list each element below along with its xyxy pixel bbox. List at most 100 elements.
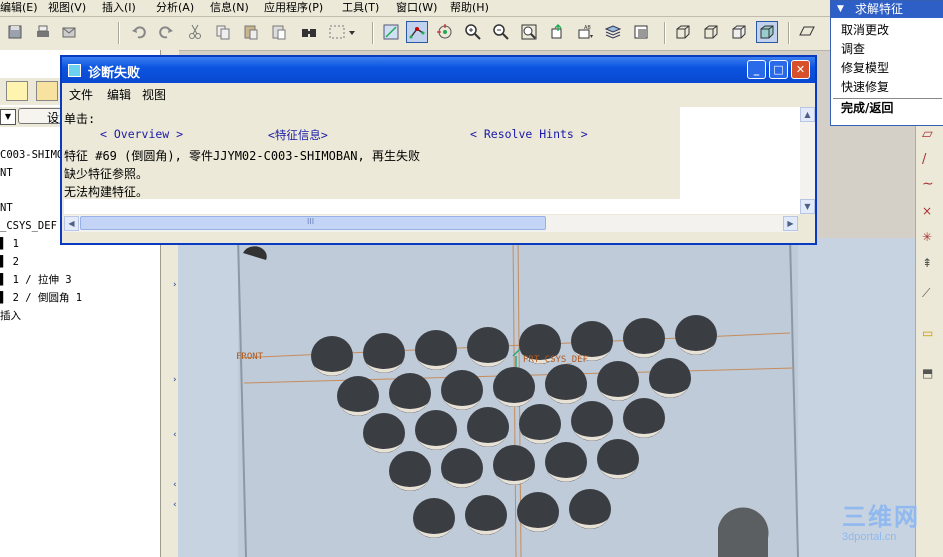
hole[interactable] <box>465 495 507 535</box>
resolve-hints-link[interactable]: < Resolve Hints > <box>470 127 588 141</box>
menu-tools[interactable]: 工具(T) <box>342 0 379 15</box>
vertical-scrollbar[interactable]: ▲ ▼ <box>800 107 815 214</box>
chevron-down-icon[interactable]: ▼ <box>0 109 16 125</box>
menu-item-done-return[interactable]: 完成/返回 <box>841 100 893 117</box>
print-icon[interactable] <box>32 21 54 43</box>
menu-help[interactable]: 帮助(H) <box>450 0 489 15</box>
tree-icon[interactable] <box>6 81 28 101</box>
hole[interactable] <box>413 498 455 538</box>
hole[interactable] <box>597 361 639 401</box>
copy-icon[interactable] <box>212 21 234 43</box>
hole[interactable] <box>649 358 691 398</box>
datum-plane-icon[interactable] <box>796 21 818 43</box>
folder-icon[interactable] <box>36 81 58 101</box>
hole[interactable] <box>597 439 639 479</box>
tree-item[interactable]: ▌ 1 / 拉伸 3 <box>0 274 72 286</box>
hole[interactable] <box>519 404 561 444</box>
tree-item-insert-here[interactable]: 插入 <box>0 310 21 322</box>
hole[interactable] <box>389 373 431 413</box>
hole[interactable] <box>623 398 665 438</box>
tree-item[interactable]: NT <box>0 167 13 179</box>
collapse-icon[interactable]: ▼ <box>837 1 844 18</box>
datum-plane-tool-icon[interactable]: ▱ <box>922 126 938 142</box>
zoom-in-icon[interactable] <box>462 21 484 43</box>
csys-tool-icon[interactable]: ✳ <box>922 230 938 244</box>
email-icon[interactable] <box>58 21 80 43</box>
minimize-button[interactable]: _ <box>747 60 766 79</box>
scroll-right-icon[interactable]: ▶ <box>783 216 798 231</box>
layers-icon[interactable] <box>602 21 624 43</box>
hole[interactable] <box>363 413 405 453</box>
menu-manager-header[interactable]: ▼ 求解特征 <box>831 1 943 18</box>
dialog-menu-file[interactable]: 文件 <box>69 86 93 103</box>
hole[interactable] <box>493 367 535 407</box>
hole[interactable] <box>623 318 665 358</box>
hole[interactable] <box>517 492 559 532</box>
extrude-tool-icon[interactable]: ⬒ <box>922 366 938 380</box>
maximize-button[interactable]: □ <box>769 60 788 79</box>
hole[interactable] <box>571 401 613 441</box>
hole[interactable] <box>415 330 457 370</box>
hole[interactable] <box>675 315 717 355</box>
hole[interactable] <box>389 451 431 491</box>
hole[interactable] <box>441 448 483 488</box>
menu-window[interactable]: 窗口(W) <box>396 0 437 15</box>
tree-item[interactable]: C003-SHIMO <box>0 149 63 161</box>
spin-center-icon[interactable] <box>406 21 428 43</box>
feature-info-link[interactable]: <特征信息> <box>268 127 328 143</box>
hole[interactable] <box>493 445 535 485</box>
save-icon[interactable] <box>4 21 26 43</box>
hole[interactable] <box>545 364 587 404</box>
horizontal-scrollbar[interactable]: ◀ III ▶ <box>64 215 798 232</box>
hole[interactable] <box>569 489 611 529</box>
hole[interactable] <box>441 370 483 410</box>
datum-point-tool-icon[interactable]: × <box>922 204 938 218</box>
menu-applications[interactable]: 应用程序(P) <box>264 0 323 15</box>
tree-item[interactable]: ▌ 1 <box>0 238 19 250</box>
dialog-menu-view[interactable]: 视图 <box>142 86 166 103</box>
redo-icon[interactable] <box>155 21 177 43</box>
scroll-thumb[interactable]: III <box>80 216 546 230</box>
sketch-tool-icon[interactable]: ⟋ <box>922 286 938 300</box>
menu-info[interactable]: 信息(N) <box>210 0 249 15</box>
paste-special-icon[interactable] <box>268 21 290 43</box>
menu-edit[interactable]: 编辑(E) <box>0 0 38 15</box>
no-hidden-icon[interactable] <box>728 21 750 43</box>
menu-item-undo-changes[interactable]: 取消更改 <box>841 22 889 39</box>
zoom-out-icon[interactable] <box>490 21 512 43</box>
tree-item[interactable]: _CSYS_DEF <box>0 220 57 232</box>
overview-link[interactable]: < Overview > <box>100 127 183 141</box>
scroll-up-icon[interactable]: ▲ <box>800 107 815 122</box>
reorient-icon[interactable] <box>546 21 568 43</box>
menu-view[interactable]: 视图(V) <box>48 0 86 15</box>
refit-icon[interactable] <box>518 21 540 43</box>
scroll-left-icon[interactable]: ◀ <box>64 216 79 231</box>
menu-insert[interactable]: 插入(I) <box>102 0 136 15</box>
shading-icon[interactable] <box>756 21 778 43</box>
annotation-tool-icon[interactable]: ▭ <box>922 326 938 340</box>
dialog-menu-edit[interactable]: 编辑 <box>107 86 131 103</box>
hidden-line-icon[interactable] <box>700 21 722 43</box>
close-button[interactable]: ✕ <box>791 60 810 79</box>
find-icon[interactable] <box>298 21 320 43</box>
dialog-titlebar[interactable]: 诊断失败 _ □ ✕ <box>62 57 815 83</box>
repaint-icon[interactable] <box>380 21 402 43</box>
undo-icon[interactable] <box>128 21 150 43</box>
datum-curve-tool-icon[interactable]: ∼ <box>922 176 938 192</box>
hole[interactable] <box>467 327 509 367</box>
cut-icon[interactable] <box>184 21 206 43</box>
analysis-tool-icon[interactable]: ⇞ <box>922 256 938 270</box>
menu-item-quick-fix[interactable]: 快速修复 <box>841 79 889 96</box>
hole[interactable] <box>363 333 405 373</box>
tree-item[interactable]: ▌ 2 / 倒圆角 1 <box>0 292 82 304</box>
menu-analysis[interactable]: 分析(A) <box>156 0 194 15</box>
select-box-icon[interactable] <box>326 21 358 43</box>
datum-axis-tool-icon[interactable]: / <box>922 152 938 167</box>
hole[interactable] <box>337 376 379 416</box>
paste-icon[interactable] <box>240 21 262 43</box>
tree-item[interactable]: NT <box>0 202 13 214</box>
wireframe-icon[interactable] <box>672 21 694 43</box>
hole[interactable] <box>311 336 353 376</box>
graphics-window[interactable]: FRONT PRT_CSYS_DEF <box>178 238 915 557</box>
menu-item-fix-model[interactable]: 修复模型 <box>841 60 889 77</box>
